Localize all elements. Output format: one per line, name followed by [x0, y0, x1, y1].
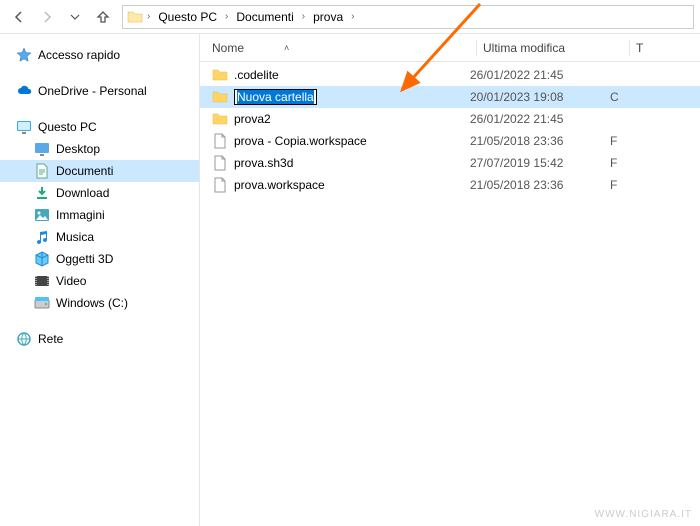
- video-icon: [34, 273, 50, 289]
- file-date: 27/07/2019 15:42: [470, 156, 610, 170]
- file-type: C: [610, 90, 700, 104]
- chevron-right-icon[interactable]: ›: [145, 11, 152, 22]
- documents-icon: [34, 163, 50, 179]
- pictures-icon: [34, 207, 50, 223]
- column-header-type[interactable]: T: [636, 41, 700, 55]
- column-label: Nome: [212, 41, 244, 55]
- sidebar-item-label: Documenti: [56, 164, 113, 178]
- file-row[interactable]: prova - Copia.workspace 21/05/2018 23:36F: [200, 130, 700, 152]
- network-icon: [16, 331, 32, 347]
- breadcrumb-item[interactable]: prova: [309, 6, 347, 28]
- file-date: 26/01/2022 21:45: [470, 112, 610, 126]
- navigation-pane: Accesso rapido OneDrive - Personal Quest…: [0, 34, 200, 526]
- sidebar-item-label: Video: [56, 274, 86, 288]
- sidebar-item-music[interactable]: Musica: [0, 226, 199, 248]
- column-label: Ultima modifica: [483, 41, 565, 55]
- file-row[interactable]: .codelite 26/01/2022 21:45: [200, 64, 700, 86]
- nav-up-button[interactable]: [90, 4, 116, 30]
- address-bar[interactable]: › Questo PC › Documenti › prova ›: [122, 5, 694, 29]
- file-date: 21/05/2018 23:36: [470, 134, 610, 148]
- breadcrumb-label: Questo PC: [158, 10, 217, 24]
- sidebar-item-pictures[interactable]: Immagini: [0, 204, 199, 226]
- sidebar-item-documents[interactable]: Documenti: [0, 160, 199, 182]
- nav-recent-dropdown[interactable]: [62, 4, 88, 30]
- file-type: F: [610, 178, 700, 192]
- file-name: prova.sh3d: [234, 156, 293, 170]
- file-date: 20/01/2023 19:08: [470, 90, 610, 104]
- file-name: prova.workspace: [234, 178, 325, 192]
- file-name: .codelite: [234, 68, 279, 82]
- breadcrumb-label: prova: [313, 10, 343, 24]
- sidebar-item-label: Musica: [56, 230, 94, 244]
- sidebar-item-label: Questo PC: [38, 120, 97, 134]
- column-header-modified[interactable]: Ultima modifica: [483, 41, 623, 55]
- file-list: .codelite 26/01/2022 21:45 Nuova cartella 2…: [200, 62, 700, 526]
- column-header-name[interactable]: Nome ˄: [212, 41, 470, 55]
- cloud-icon: [16, 83, 32, 99]
- toolbar: › Questo PC › Documenti › prova ›: [0, 0, 700, 34]
- sidebar-item-label: Accesso rapido: [38, 48, 120, 62]
- file-type: F: [610, 156, 700, 170]
- column-label: T: [636, 41, 643, 55]
- sidebar-item-label: Download: [56, 186, 109, 200]
- file-date: 26/01/2022 21:45: [470, 68, 610, 82]
- file-name: prova - Copia.workspace: [234, 134, 367, 148]
- sidebar-item-label: Desktop: [56, 142, 100, 156]
- rename-input[interactable]: Nuova cartella: [234, 89, 317, 105]
- sidebar-item-drive[interactable]: Windows (C:): [0, 292, 199, 314]
- file-row[interactable]: prova2 26/01/2022 21:45: [200, 108, 700, 130]
- file-row[interactable]: Nuova cartella 20/01/2023 19:08C: [200, 86, 700, 108]
- breadcrumb-item[interactable]: Questo PC: [154, 6, 221, 28]
- chevron-right-icon[interactable]: ›: [300, 11, 307, 22]
- file-row[interactable]: prova.workspace 21/05/2018 23:36F: [200, 174, 700, 196]
- desktop-icon: [34, 141, 50, 157]
- file-icon: [212, 155, 228, 171]
- watermark: WWW.NIGIARA.IT: [595, 509, 692, 520]
- nav-forward-button[interactable]: [34, 4, 60, 30]
- sidebar-item-objects3d[interactable]: Oggetti 3D: [0, 248, 199, 270]
- sidebar-onedrive[interactable]: OneDrive - Personal: [0, 80, 199, 102]
- column-separator[interactable]: [476, 40, 477, 56]
- download-icon: [34, 185, 50, 201]
- sidebar-item-video[interactable]: Video: [0, 270, 199, 292]
- breadcrumb-item[interactable]: Documenti: [232, 6, 297, 28]
- sidebar-item-download[interactable]: Download: [0, 182, 199, 204]
- file-icon: [212, 133, 228, 149]
- sidebar-item-desktop[interactable]: Desktop: [0, 138, 199, 160]
- nav-back-button[interactable]: [6, 4, 32, 30]
- chevron-right-icon[interactable]: ›: [349, 11, 356, 22]
- file-row[interactable]: prova.sh3d 27/07/2019 15:42F: [200, 152, 700, 174]
- file-date: 21/05/2018 23:36: [470, 178, 610, 192]
- breadcrumb-label: Documenti: [236, 10, 293, 24]
- file-type: F: [610, 134, 700, 148]
- monitor-icon: [16, 119, 32, 135]
- music-icon: [34, 229, 50, 245]
- sidebar-network[interactable]: Rete: [0, 328, 199, 350]
- file-name: prova2: [234, 112, 271, 126]
- sort-ascending-icon: ˄: [284, 43, 289, 53]
- folder-icon: [212, 67, 228, 83]
- sidebar-item-label: Rete: [38, 332, 63, 346]
- chevron-right-icon[interactable]: ›: [223, 11, 230, 22]
- folder-icon: [212, 89, 228, 105]
- sidebar-item-label: Oggetti 3D: [56, 252, 113, 266]
- star-icon: [16, 47, 32, 63]
- folder-icon: [212, 111, 228, 127]
- sidebar-item-label: Immagini: [56, 208, 105, 222]
- column-headers: Nome ˄ Ultima modifica T: [200, 34, 700, 62]
- file-list-pane: Nome ˄ Ultima modifica T .codelite 26/01/…: [200, 34, 700, 526]
- sidebar-this-pc[interactable]: Questo PC: [0, 116, 199, 138]
- file-icon: [212, 177, 228, 193]
- sidebar-item-label: Windows (C:): [56, 296, 128, 310]
- sidebar-item-label: OneDrive - Personal: [38, 84, 147, 98]
- sidebar-quick-access[interactable]: Accesso rapido: [0, 44, 199, 66]
- objects3d-icon: [34, 251, 50, 267]
- drive-icon: [34, 295, 50, 311]
- folder-icon: [127, 9, 143, 25]
- column-separator[interactable]: [629, 40, 630, 56]
